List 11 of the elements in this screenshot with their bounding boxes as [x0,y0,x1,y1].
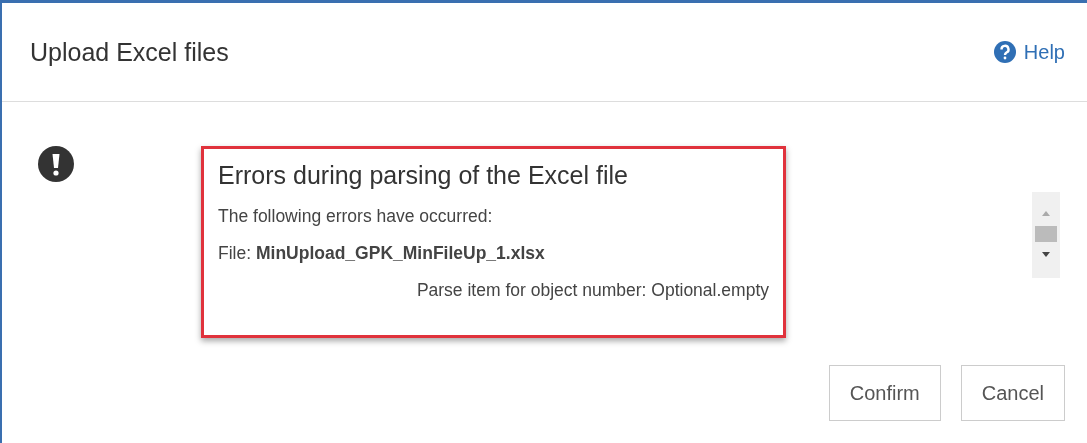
error-detail: Parse item for object number: Optional.empty [416,280,769,301]
scrollbar[interactable] [1032,192,1060,278]
help-icon [993,41,1016,63]
warning-icon [38,146,74,182]
file-name-text: File: MinUpload_GPK_MinFileUp_1.xlsx [218,243,546,264]
dialog-title: Upload Excel files [30,37,229,67]
confirm-button[interactable]: Confirm [828,365,941,421]
cancel-button[interactable]: Cancel [960,365,1065,421]
help-link[interactable]: Help [993,40,1065,64]
error-title: Errors during parsing of the Excel file [218,161,629,190]
error-message: The following errors have occurred: [218,206,494,227]
